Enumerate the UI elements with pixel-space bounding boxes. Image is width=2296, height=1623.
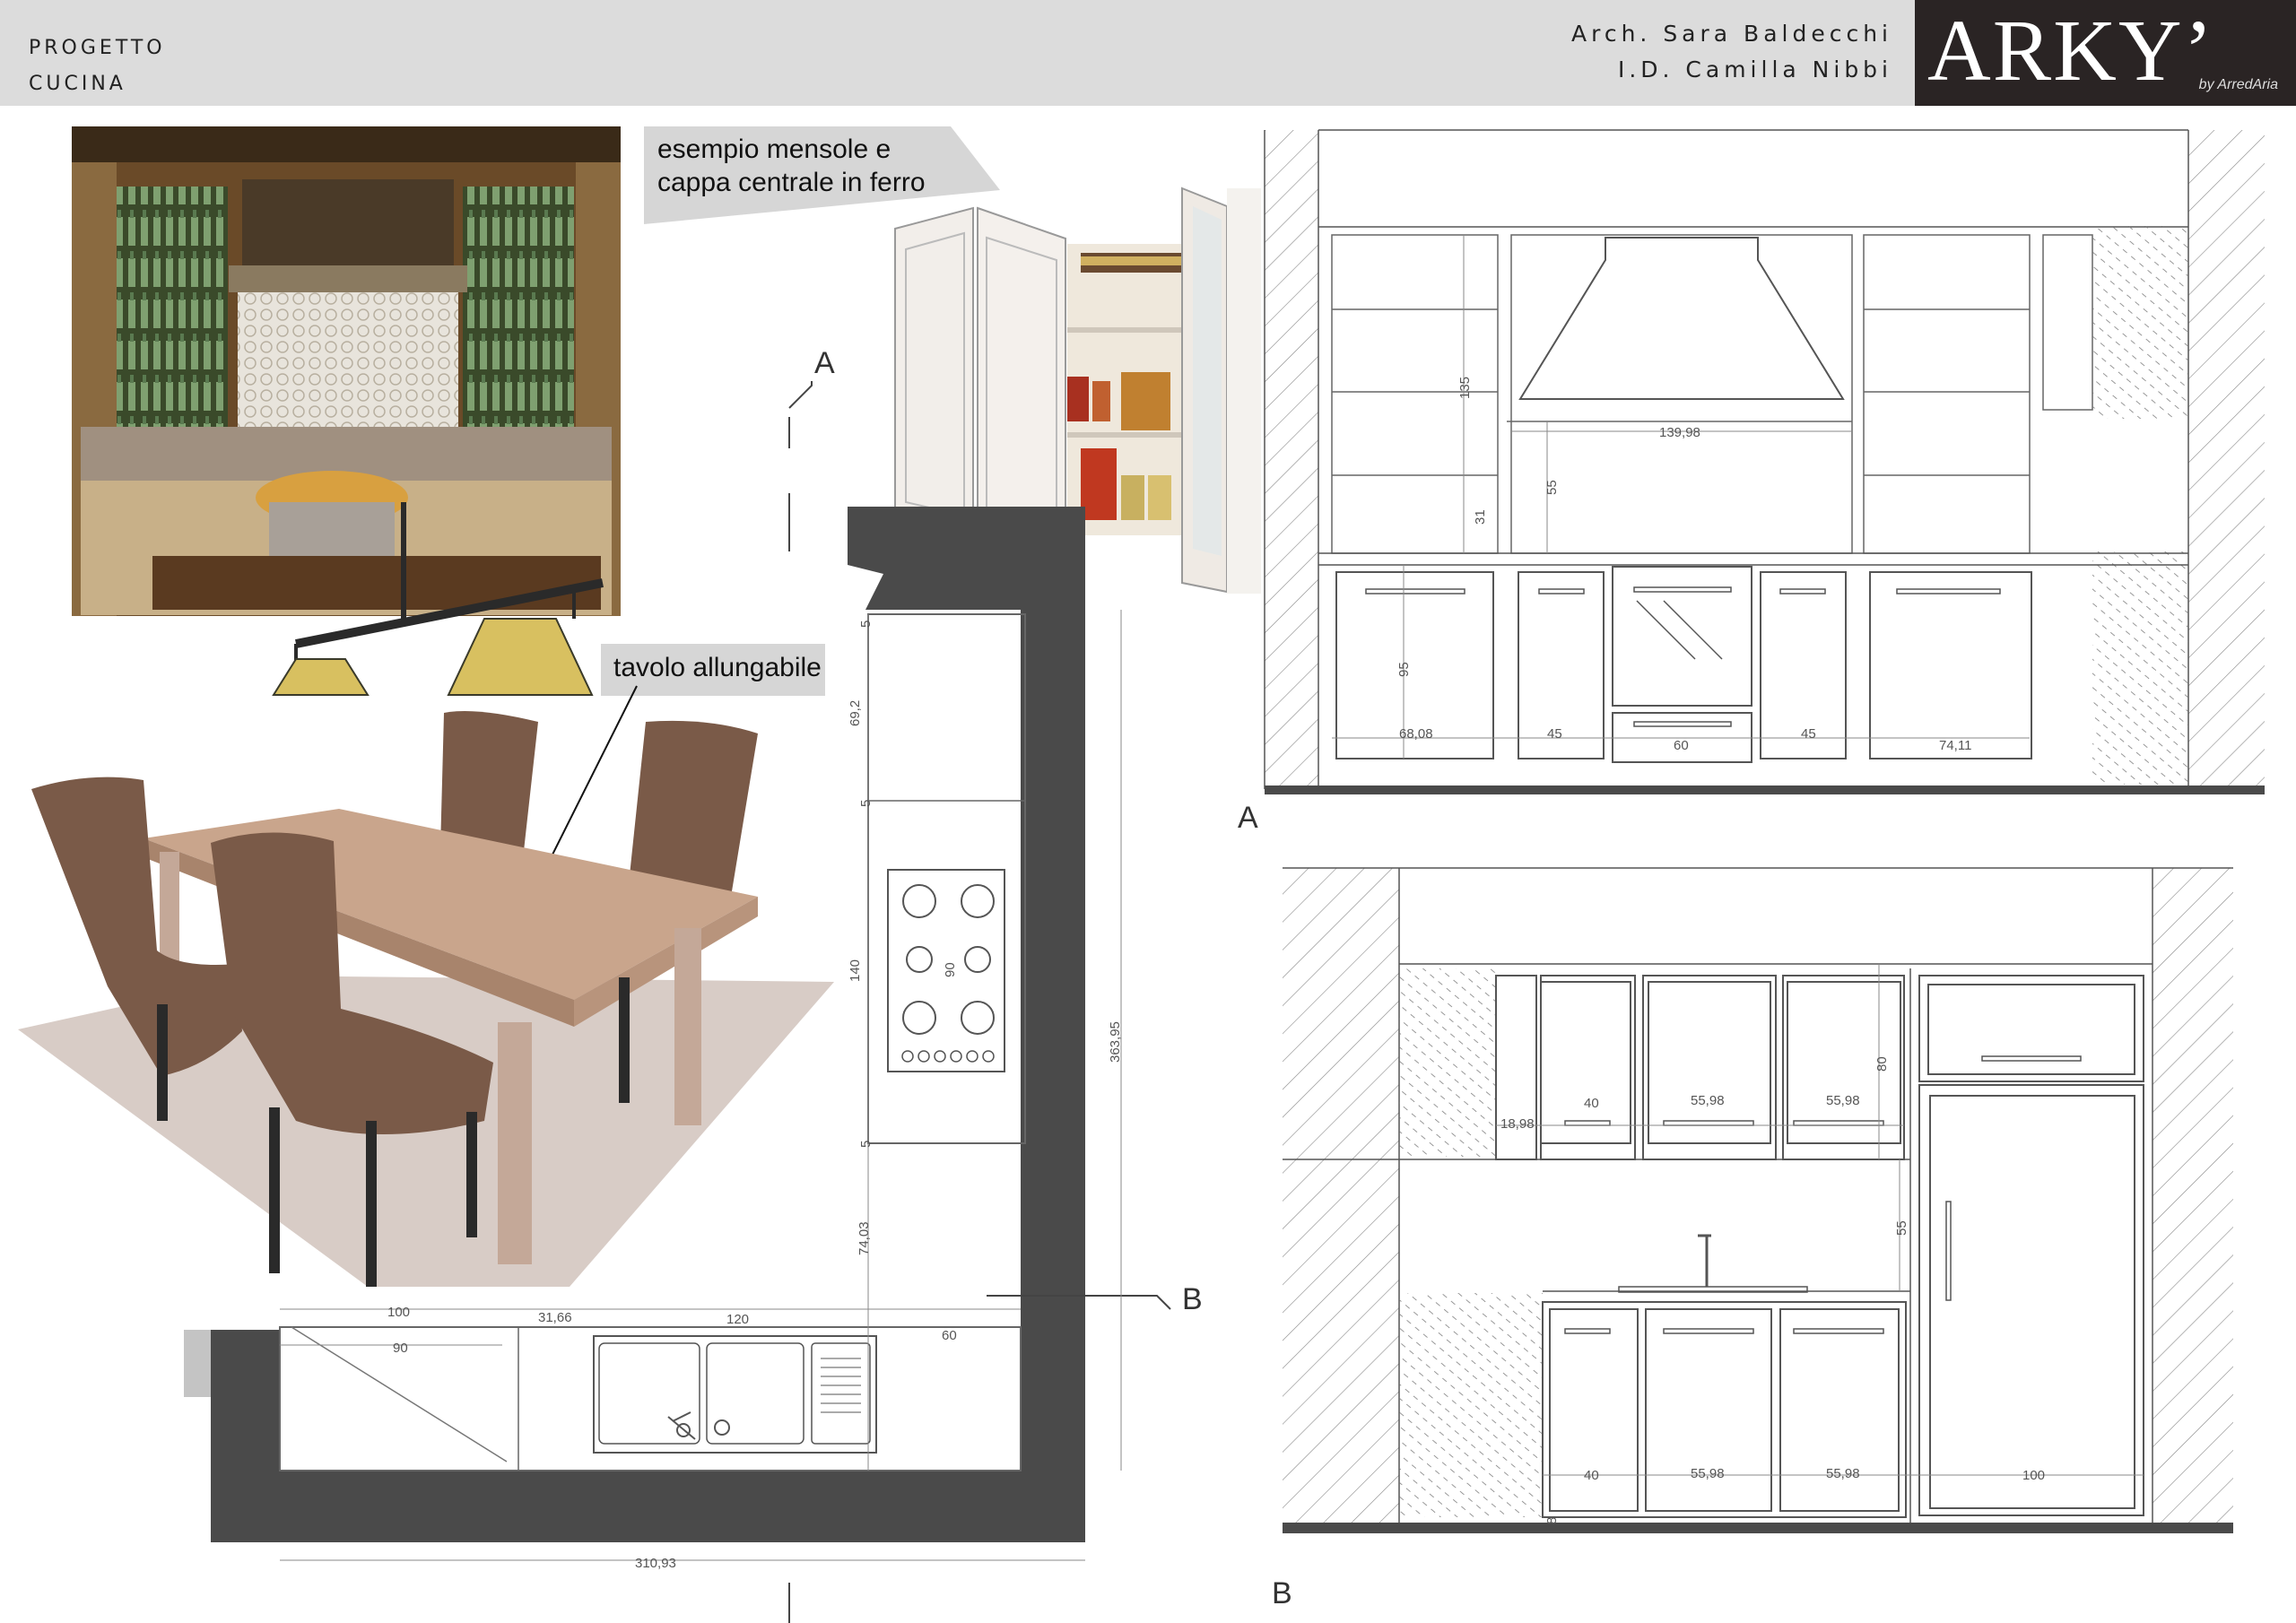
elev-a-dim-135: 135 [1457,377,1473,399]
elev-b-dim-55v: 55 [1894,1220,1909,1236]
drawing-board: 5 69,2 5 140 90 5 74,03 363,95 100 90 31… [18,126,2265,1623]
elevation-b [1283,867,2233,1533]
callout-table-text: tavolo allungabile [613,653,822,682]
plan-dim-100: 100 [387,1305,410,1320]
elev-b-dim-40b: 40 [1584,1468,1599,1483]
elev-a-dim-68: 68,08 [1399,726,1433,742]
plan-right-wall [848,507,1085,1542]
hob-burners [902,884,995,1035]
plan-dim-60: 60 [942,1328,957,1343]
elev-b-dim-55b: 55,98 [1826,1093,1860,1108]
elev-b-dim-55d: 55,98 [1826,1466,1860,1481]
elev-a-dim-60: 60 [1674,738,1689,753]
section-label-a-plan: A [814,346,835,380]
drainer-lines [821,1358,861,1413]
callout-shelves-line2: cappa centrale in ferro [657,168,926,197]
section-label-a-elevation: A [1238,801,1258,835]
section-a-marker [788,381,813,409]
elev-b-dim-55a: 55,98 [1691,1093,1725,1108]
range-hood [1518,237,1845,400]
plan-dim-90b: 90 [393,1341,408,1356]
callout-shelves-text: esempio mensole e cappa centrale in ferr… [657,133,926,199]
elev-a-dim-139: 139,98 [1659,425,1700,440]
faucet [1698,1234,1711,1287]
plan-dim-69: 69,2 [848,700,863,726]
section-label-b-elevation: B [1272,1576,1292,1610]
elev-a-dim-55: 55 [1544,480,1560,495]
plan-dim-120: 120 [726,1312,749,1327]
hob-knobs [901,1050,995,1063]
plan-bottom-wall [211,1330,1085,1542]
plan-dim-74: 74,03 [857,1221,872,1255]
callout-shelves-line1: esempio mensole e [657,135,891,164]
elev-b-dim-8: 8 [1544,1517,1560,1524]
plan-dim-310: 310,93 [635,1556,676,1571]
elev-b-dim-18: 18,98 [1500,1116,1535,1132]
kitchen-photo [72,126,621,616]
plan-dim-31: 31,66 [538,1310,572,1325]
plan-dim-5-top: 5 [858,621,874,628]
elev-b-dim-80: 80 [1874,1056,1890,1072]
elev-b-dim-55c: 55,98 [1691,1466,1725,1481]
plan-dim-90: 90 [943,962,958,977]
elev-a-dim-74: 74,11 [1939,738,1971,753]
plan-dim-5-mid: 5 [858,800,874,807]
callout-table-leader [542,685,638,875]
plan-dim-363: 363,95 [1108,1021,1123,1063]
plan-dim-140: 140 [848,959,863,982]
elevation-b-dimension-labels: 80 18,98 40 55,98 55,98 55 40 55,98 55,9… [1500,1056,2045,1524]
elev-a-dim-45a: 45 [1547,726,1562,742]
elev-b-dim-40a: 40 [1584,1096,1599,1111]
section-label-b-plan: B [1182,1282,1203,1316]
elev-a-dim-95: 95 [1396,662,1412,677]
faucet-symbol [667,1411,730,1440]
elev-a-dim-31: 31 [1473,509,1488,525]
elev-b-dim-100: 100 [2022,1468,2045,1483]
elev-a-dim-45b: 45 [1801,726,1816,742]
plan-dim-5-low: 5 [858,1141,874,1148]
elevation-a [1264,129,2265,794]
